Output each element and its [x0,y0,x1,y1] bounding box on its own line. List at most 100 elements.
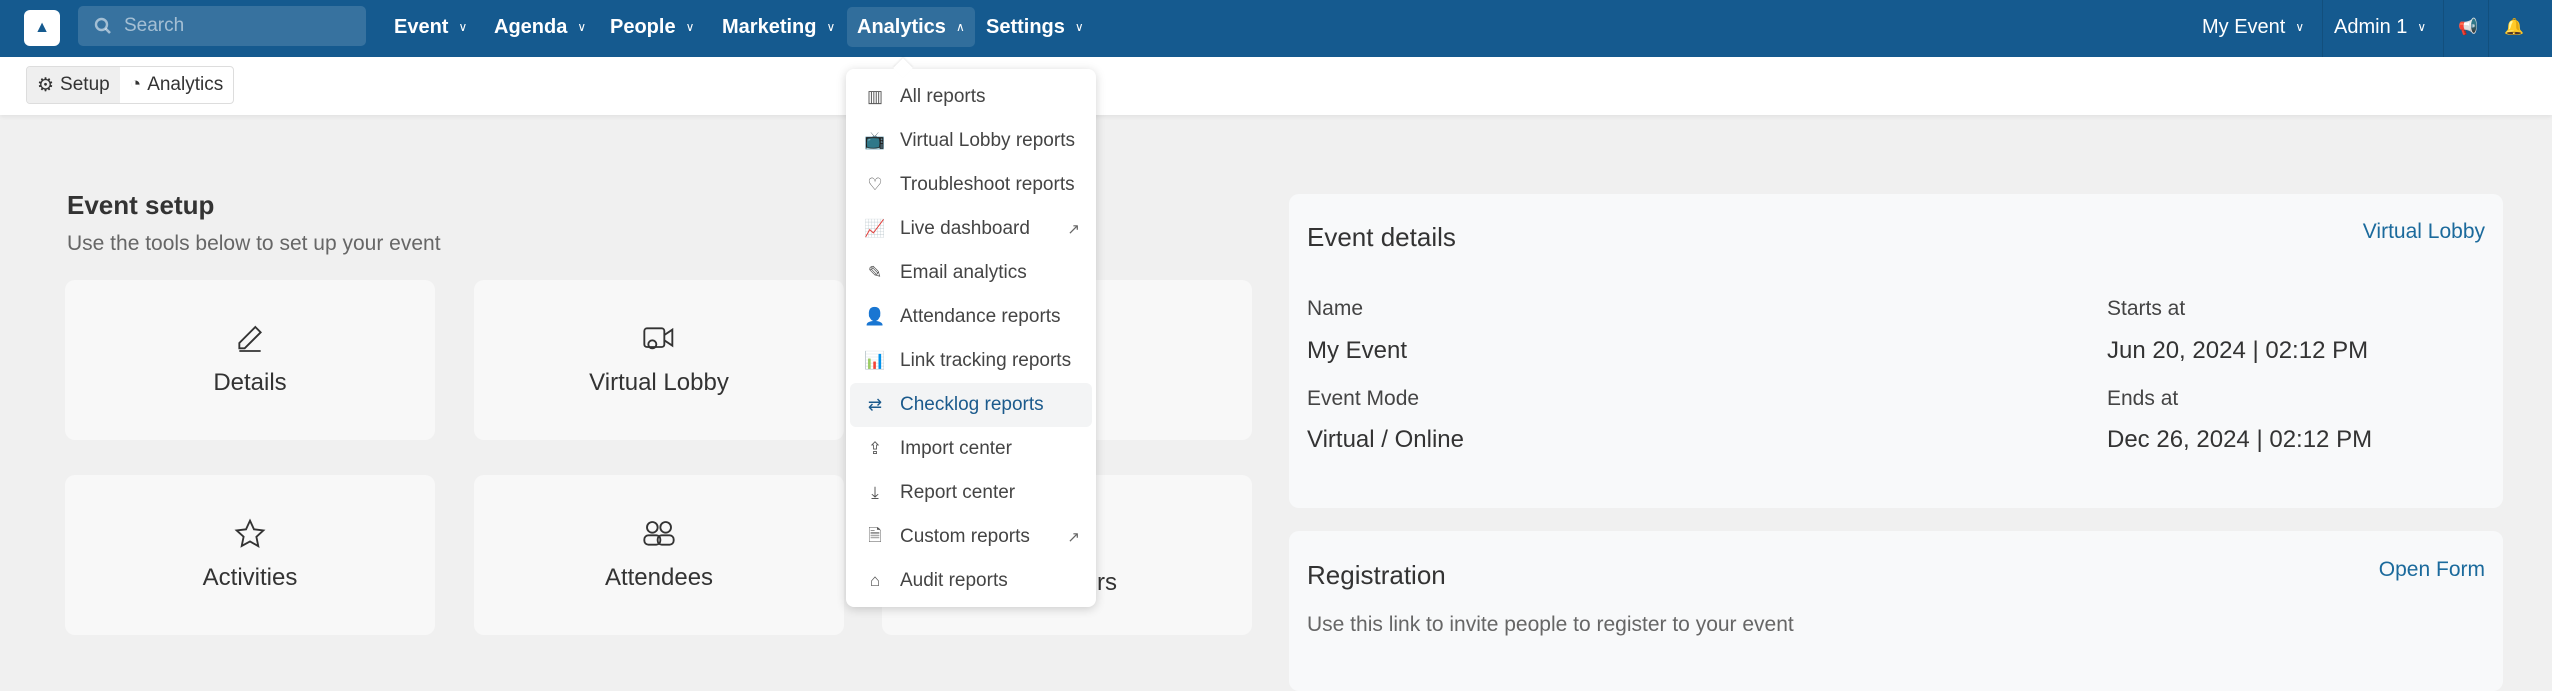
divider [2488,0,2489,57]
menu-label: Live dashboard [900,218,1030,239]
start-value: Jun 20, 2024 | 02:12 PM [2107,337,2369,364]
upload-tray-icon: ⇪ [867,439,883,458]
download-tray-icon: ⤓ [871,483,879,502]
nav-label: Settings [986,15,1065,38]
nav-label: People [610,15,676,38]
mode-value: Virtual / Online [1307,426,1464,453]
setup-tab[interactable]: ⚙ Setup [27,67,120,103]
menu-item-virtual-lobby-reports[interactable]: 📺 Virtual Lobby reports [850,119,1092,163]
menu-label: Import center [900,438,1012,459]
pie-chart-icon: ◔ [129,74,142,95]
card-activities[interactable]: Activities [65,475,435,635]
name-value: My Event [1307,337,1408,364]
star-icon [234,518,266,548]
menu-item-link-tracking-reports[interactable]: 📊 Link tracking reports [850,339,1092,383]
menu-item-live-dashboard[interactable]: 📈 Live dashboard ↗ [850,207,1092,251]
heartbeat-icon: ♡ [867,175,883,194]
nav-label: Event [394,15,449,38]
sub-toolbar: ⚙ Setup ◔ Analytics [0,57,2552,115]
line-chart-icon: 📈 [864,219,886,238]
menu-label: Attendance reports [900,306,1061,327]
name-label: Name [1307,297,1364,320]
users-icon [643,521,675,546]
chevron-down-icon: ∨ [2295,20,2305,34]
analytics-tab-label: Analytics [147,74,224,95]
event-selector-label: My Event [2202,15,2286,38]
menu-label: Report center [900,482,1016,503]
notifications-button[interactable]: 🔔 [2494,7,2534,47]
card-label: Virtual Lobby [589,369,729,396]
chevron-down-icon: ∨ [458,20,468,34]
tv-icon: 📺 [864,131,886,150]
external-link-icon: ↗ [1067,529,1080,546]
mode-label: Event Mode [1307,387,1420,410]
menu-item-custom-reports[interactable]: 🗎 Custom reports ↗ [850,515,1092,559]
nav-analytics[interactable]: Analytics ∧ [847,7,975,47]
gears-icon: ⚙ [37,74,55,96]
chevron-down-icon: ∨ [1074,20,1084,34]
panel-title: Event details [1307,222,1456,252]
menu-label: Checklog reports [900,394,1044,415]
end-value: Dec 26, 2024 | 02:12 PM [2107,426,2373,453]
menu-item-checklog-reports[interactable]: ⇄ Checklog reports [850,383,1092,427]
panel-title: Registration [1307,560,1446,590]
menu-item-troubleshoot-reports[interactable]: ♡ Troubleshoot reports [850,163,1092,207]
user-label: Admin 1 [2334,15,2408,38]
menu-label: Email analytics [900,262,1027,283]
user-menu[interactable]: Admin 1 ∨ [2324,7,2436,47]
card-label: Activities [202,564,298,591]
menu-item-all-reports[interactable]: ▥ All reports [850,75,1092,119]
file-chart-icon: 🗎 [868,525,882,545]
registration-text: Use this link to invite people to regist… [1307,613,1794,636]
menu-item-import-center[interactable]: ⇪ Import center [850,427,1092,471]
menu-label: Troubleshoot reports [900,174,1075,195]
card-label: Details [213,369,287,396]
nav-agenda[interactable]: Agenda ∨ [484,7,596,47]
external-link-icon: ↗ [1067,221,1080,238]
app-logo[interactable]: ▲ [24,10,60,46]
search-placeholder: Search [124,15,185,36]
pencil-icon [238,325,262,352]
registration-panel: Registration Open Form Use this link to … [1289,531,2503,691]
card-details[interactable]: Details [65,280,435,440]
card-attendees[interactable]: Attendees [474,475,844,635]
announcements-button[interactable]: 📢 [2448,7,2488,47]
search-input[interactable]: Search [78,6,366,46]
user-clock-icon: 👤 [864,307,886,326]
menu-label: Virtual Lobby reports [900,130,1075,151]
card-virtual-lobby[interactable]: Virtual Lobby [474,280,844,440]
card-label: rs [1097,569,1117,596]
section-title: Event setup [67,190,215,220]
nav-event[interactable]: Event ∨ [384,7,477,47]
nav-label: Analytics [857,15,946,38]
bell-icon: 🔔 [2504,19,2524,36]
view-toggle: ⚙ Setup ◔ Analytics [26,66,235,104]
chart-trend-icon: 📊 [864,351,886,370]
open-form-link[interactable]: Open Form [2379,558,2485,582]
video-camera-icon [643,327,674,350]
nav-people[interactable]: People ∨ [600,7,704,47]
event-details-panel: Event details Virtual Lobby Name My Even… [1289,194,2503,508]
menu-item-audit-reports[interactable]: ⌂ Audit reports [850,559,1092,603]
menu-item-attendance-reports[interactable]: 👤 Attendance reports [850,295,1092,339]
menu-label: Custom reports [900,526,1030,547]
divider [2443,0,2444,57]
menu-item-email-analytics[interactable]: ✎ Email analytics [850,251,1092,295]
section-subtitle: Use the tools below to set up your event [67,232,441,255]
menu-item-report-center[interactable]: ⤓ Report center [850,471,1092,515]
edit-icon: ✎ [867,263,883,282]
nav-marketing[interactable]: Marketing ∨ [712,7,845,47]
end-label: Ends at [2107,387,2179,410]
chevron-down-icon: ∨ [577,20,587,34]
start-label: Starts at [2107,297,2186,320]
megaphone-icon: 📢 [2458,19,2478,36]
chevron-up-icon: ∧ [955,20,965,34]
event-selector[interactable]: My Event ∨ [2192,7,2314,47]
warehouse-icon: ⌂ [869,571,881,590]
analytics-tab[interactable]: ◔ Analytics [120,67,234,103]
search-icon [94,17,111,34]
virtual-lobby-link[interactable]: Virtual Lobby [2363,220,2485,244]
setup-tab-label: Setup [60,74,110,95]
bar-chart-icon: ▥ [866,87,884,106]
nav-settings[interactable]: Settings ∨ [976,7,1094,47]
